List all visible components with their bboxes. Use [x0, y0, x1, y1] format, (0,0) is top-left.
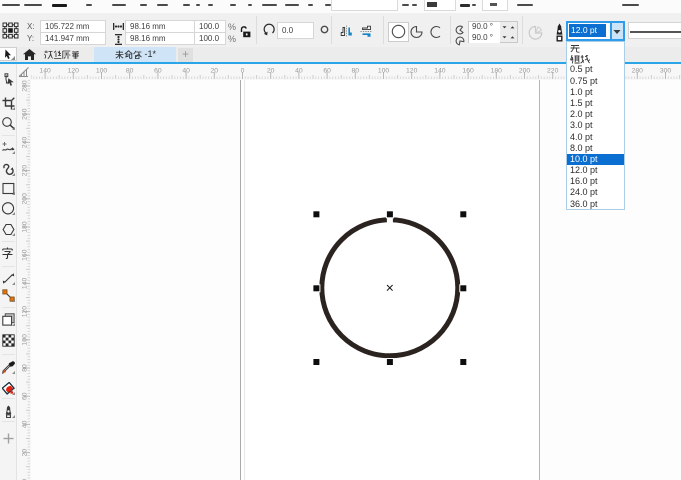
- svg-text:160: 160: [22, 249, 29, 261]
- svg-text:200: 200: [519, 68, 531, 75]
- svg-text:120: 120: [22, 306, 29, 318]
- svg-text:80: 80: [126, 68, 134, 75]
- svg-text:20: 20: [211, 68, 219, 75]
- svg-text:140: 140: [434, 68, 446, 75]
- svg-text:220: 220: [22, 165, 29, 177]
- svg-text:300: 300: [660, 68, 672, 75]
- svg-text:0: 0: [241, 68, 245, 75]
- svg-text:180: 180: [22, 221, 29, 233]
- svg-text:40: 40: [295, 68, 303, 75]
- svg-text:180: 180: [491, 68, 503, 75]
- svg-text:20: 20: [267, 68, 275, 75]
- svg-text:280: 280: [22, 80, 29, 92]
- svg-text:280: 280: [632, 68, 644, 75]
- svg-text:220: 220: [547, 68, 559, 75]
- svg-text:40: 40: [182, 68, 190, 75]
- svg-text:200: 200: [22, 193, 29, 205]
- svg-text:260: 260: [22, 108, 29, 120]
- svg-text:140: 140: [39, 68, 51, 75]
- svg-text:80: 80: [352, 68, 360, 75]
- svg-text:60: 60: [154, 68, 162, 75]
- svg-text:60: 60: [22, 392, 29, 400]
- svg-text:160: 160: [462, 68, 474, 75]
- svg-text:100: 100: [96, 68, 108, 75]
- svg-text:120: 120: [406, 68, 418, 75]
- svg-text:120: 120: [68, 68, 80, 75]
- svg-text:20: 20: [22, 449, 29, 457]
- svg-text:80: 80: [22, 364, 29, 372]
- svg-text:60: 60: [323, 68, 331, 75]
- svg-text:40: 40: [22, 420, 29, 428]
- svg-text:100: 100: [22, 334, 29, 346]
- svg-text:100: 100: [378, 68, 390, 75]
- svg-text:140: 140: [22, 278, 29, 290]
- svg-text:240: 240: [22, 137, 29, 149]
